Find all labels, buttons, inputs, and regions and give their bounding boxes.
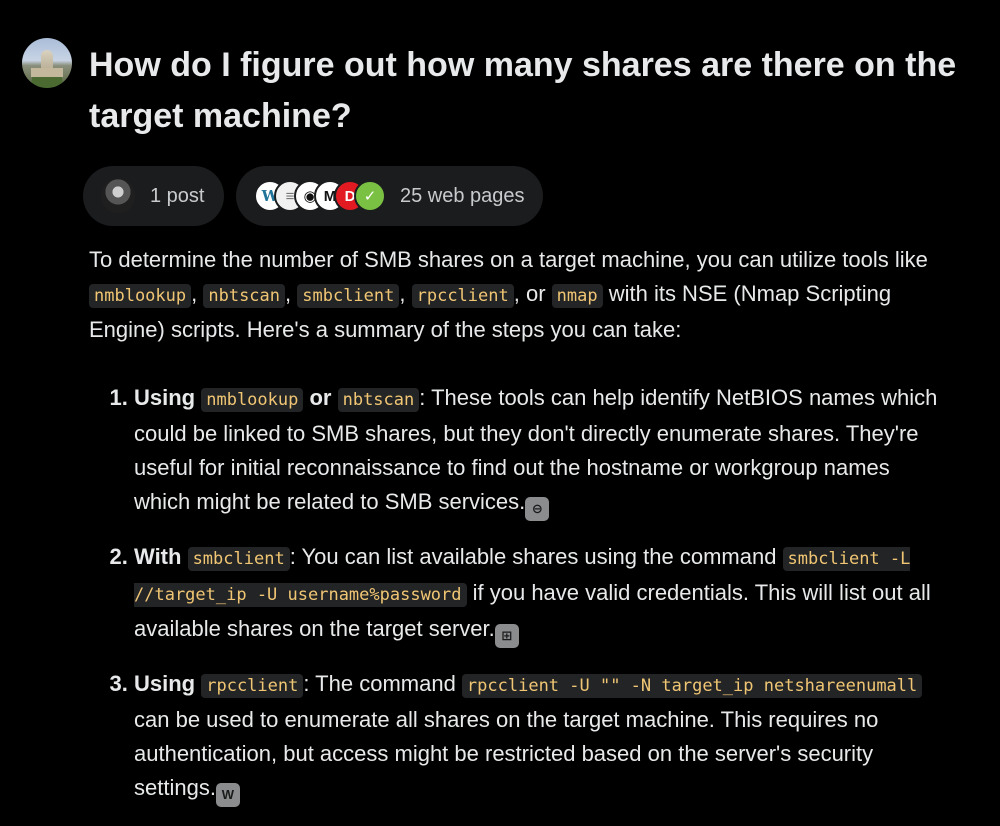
intro-text: To determine the number of SMB shares on… (89, 247, 928, 272)
question-title: How do I figure out how many shares are … (89, 46, 957, 135)
step-heading: or (303, 385, 338, 410)
inline-code: rpcclient (201, 674, 304, 698)
step-heading: Using (134, 385, 202, 410)
inline-code: nmblookup (201, 388, 304, 412)
code-rpcclient: rpcclient (411, 284, 514, 308)
user-avatar[interactable] (22, 38, 72, 88)
post-author-avatar (101, 179, 135, 213)
code-nmblookup: nmblookup (89, 284, 192, 308)
capitol-base (31, 68, 63, 77)
link-icon[interactable]: ⊖ (525, 497, 550, 521)
windows-icon[interactable]: ⊞ (494, 624, 519, 648)
answer-body: To determine the number of SMB shares on… (89, 243, 949, 826)
list-item: Using rpcclient: The command rpcclient -… (134, 667, 949, 807)
code-nmap: nmap (551, 284, 603, 308)
steps-list: Using nmblookup or nbtscan: These tools … (89, 381, 949, 807)
intro-sep: , (285, 281, 298, 306)
code-nbtscan: nbtscan (203, 284, 286, 308)
posts-source-button[interactable]: 1 post (83, 166, 224, 226)
intro-sep: , or (513, 281, 552, 306)
step-text: : The command (303, 671, 462, 696)
web-pages-source-button[interactable]: W ≡ ◉ M D ✓ 25 web pages (236, 166, 543, 226)
list-item: Using nmblookup or nbtscan: These tools … (134, 381, 949, 521)
inline-code: smbclient (187, 547, 290, 571)
web-source-icons: W ≡ ◉ M D ✓ (254, 180, 386, 212)
step-text: can be used to enumerate all shares on t… (134, 707, 879, 800)
posts-count-label: 1 post (150, 184, 205, 207)
web-pages-count-label: 25 web pages (400, 184, 525, 207)
intro-sep: , (191, 281, 204, 306)
list-item: With smbclient: You can list available s… (134, 540, 949, 648)
intro-sep: , (399, 281, 412, 306)
inline-code: nbtscan (337, 388, 420, 412)
answer-intro: To determine the number of SMB shares on… (89, 243, 949, 347)
step-heading: Using (134, 671, 202, 696)
inline-code: rpcclient -U "" -N target_ip netshareenu… (461, 674, 923, 698)
wordpress-icon[interactable]: W (215, 783, 240, 807)
g-logo-icon: ✓ (354, 180, 386, 212)
step-text: : You can list available shares using th… (289, 544, 783, 569)
step-heading: With (134, 544, 188, 569)
code-smbclient: smbclient (297, 284, 400, 308)
